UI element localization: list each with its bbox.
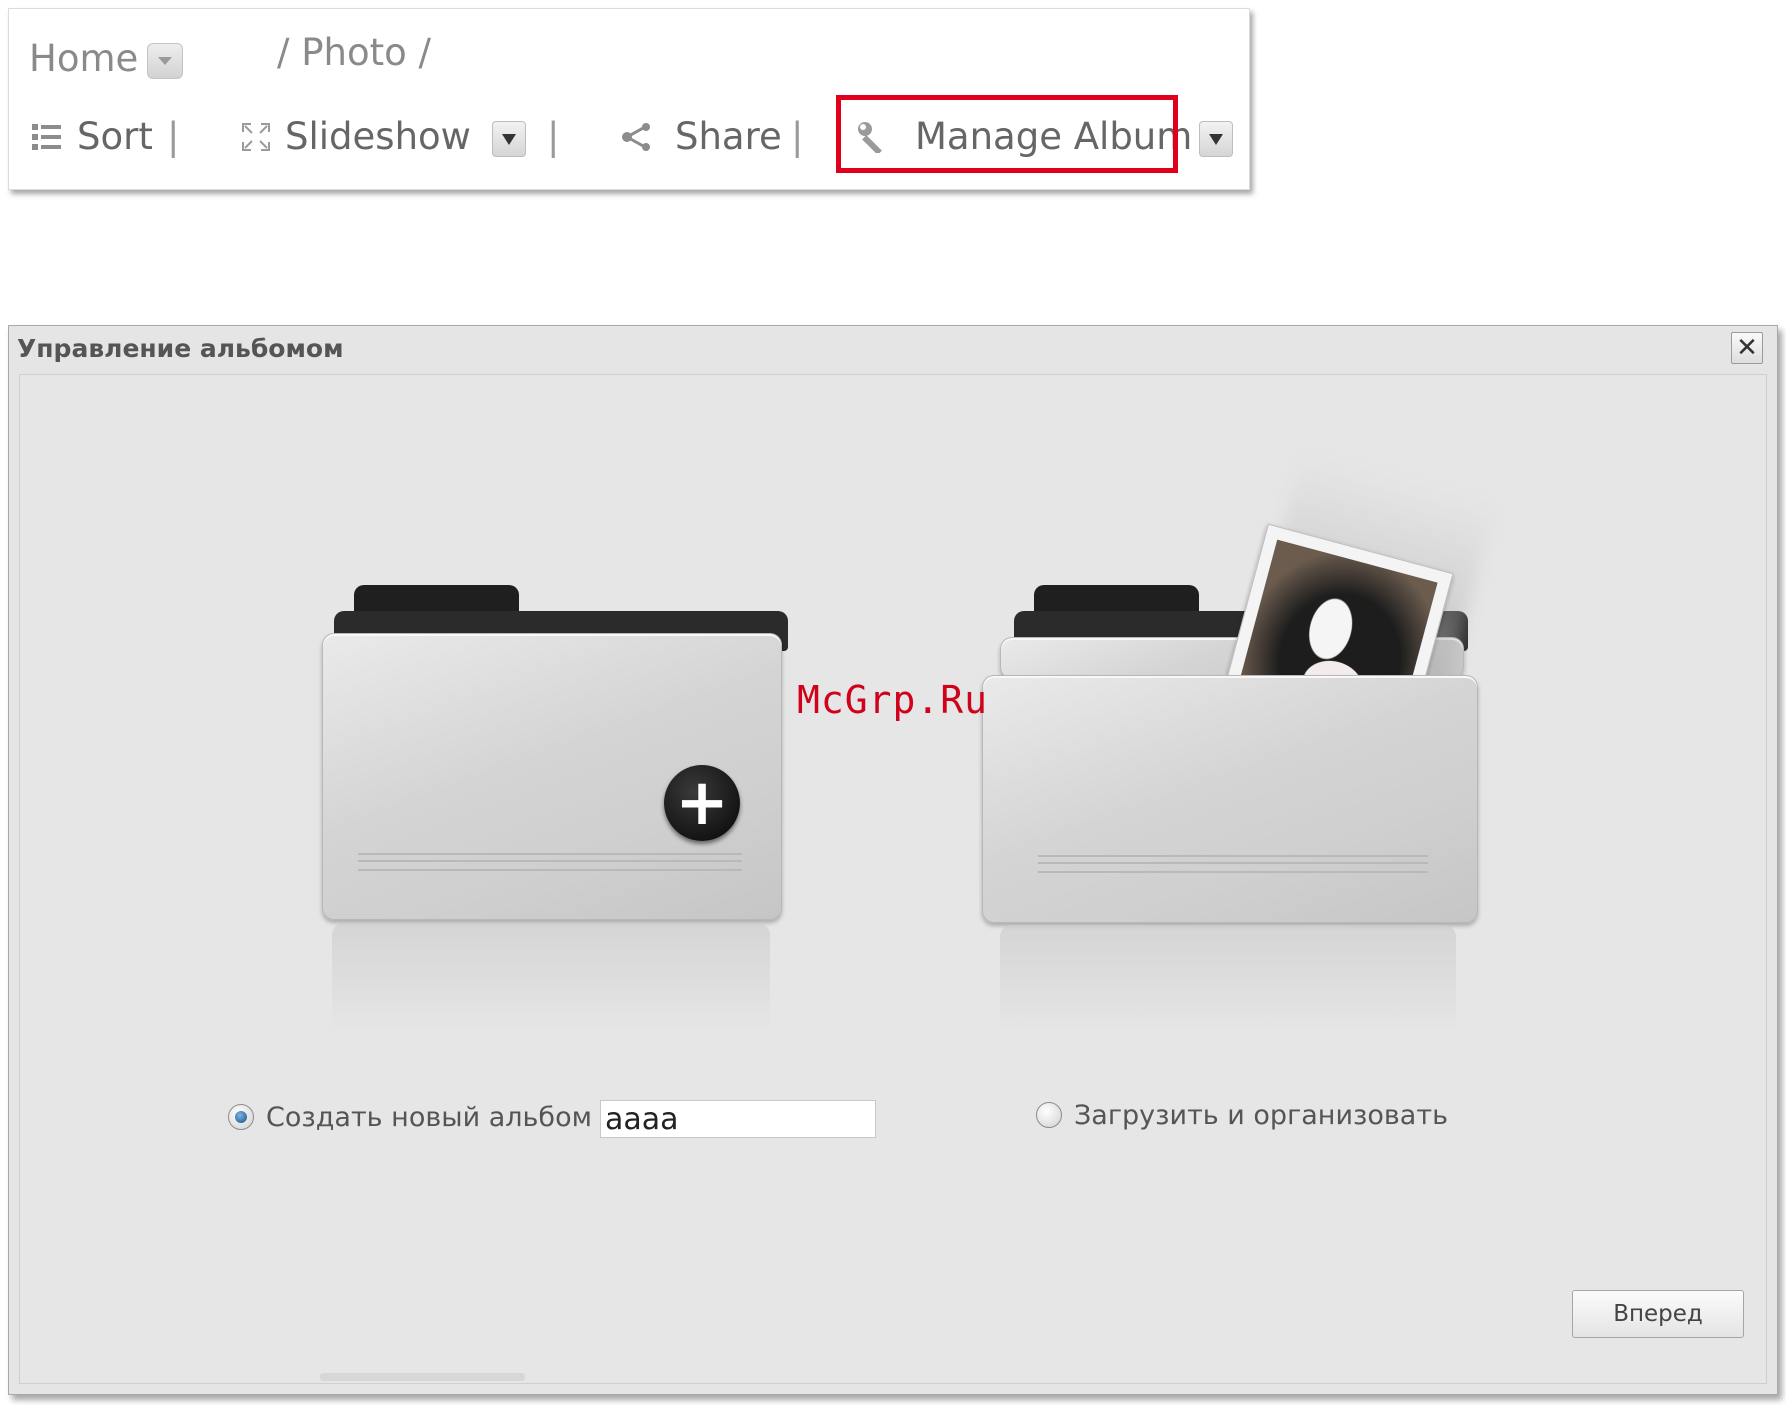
share-button[interactable]: Share (619, 115, 782, 158)
upload-organize-radio[interactable] (1036, 1102, 1062, 1128)
expand-icon (242, 122, 270, 151)
album-name-input[interactable] (600, 1100, 876, 1138)
folder-reflection (332, 923, 770, 1033)
breadcrumb-home[interactable]: Home (29, 37, 138, 80)
toolbar-separator: | (791, 115, 804, 158)
slideshow-label: Slideshow (285, 115, 471, 158)
breadcrumb-home-dropdown[interactable] (147, 43, 183, 79)
share-label: Share (675, 115, 782, 158)
folder-photo-icon[interactable] (982, 675, 1478, 923)
slideshow-dropdown-button[interactable] (492, 121, 526, 157)
manage-album-dialog: Управление альбомом ✕ + Создать новый ал… (8, 325, 1778, 1395)
watermark: McGrp.Ru (797, 678, 989, 722)
toolbar-separator: | (167, 115, 180, 158)
album-toolbar-panel: Home / Photo / Sort | Slideshow | Share … (8, 8, 1250, 190)
next-button[interactable]: Вперед (1572, 1290, 1744, 1338)
manage-album-dropdown-button[interactable] (1199, 121, 1233, 157)
share-icon (622, 122, 650, 151)
close-icon[interactable]: ✕ (1731, 332, 1763, 364)
horizontal-scrollbar[interactable] (320, 1373, 525, 1381)
sort-button[interactable]: Sort (31, 115, 153, 158)
sort-label: Sort (77, 115, 153, 158)
toolbar-separator: | (547, 115, 560, 158)
breadcrumb-path[interactable]: / Photo / (277, 31, 431, 74)
folder-reflection (1000, 925, 1456, 1035)
create-new-album-radio[interactable] (228, 1104, 254, 1130)
list-icon (32, 123, 61, 150)
upload-organize-label[interactable]: Загрузить и организовать (1074, 1100, 1448, 1131)
create-new-album-label[interactable]: Создать новый альбом (266, 1102, 592, 1133)
plus-icon[interactable]: + (664, 765, 740, 841)
slideshow-button[interactable]: Slideshow (241, 115, 471, 158)
dialog-body: + Создать новый альбом Загрузить и орган… (19, 374, 1767, 1384)
folder-lines (358, 853, 742, 871)
manage-album-highlight-box (836, 95, 1178, 173)
folder-lines (1038, 855, 1428, 873)
dialog-title: Управление альбомом (17, 334, 344, 363)
